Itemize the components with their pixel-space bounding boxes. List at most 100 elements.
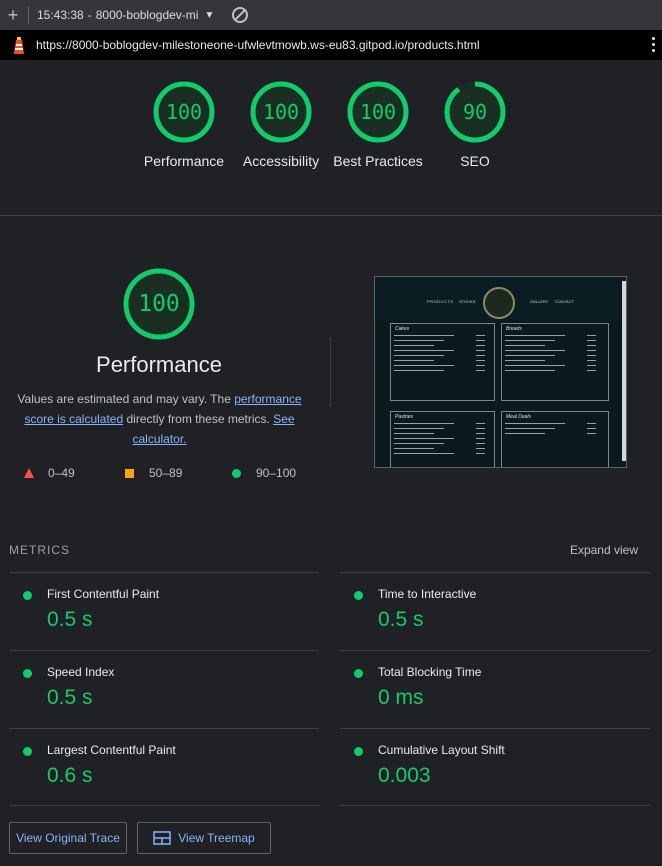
score-label: Best Practices bbox=[333, 153, 423, 169]
preview-nav-products: PRODUCTS bbox=[427, 299, 454, 304]
legend-fail-range: 0–49 bbox=[48, 466, 75, 480]
score-gauge-accessibility[interactable]: 100 Accessibility bbox=[231, 80, 331, 171]
url-bar: https://8000-boblogdev-milestoneone-ufwl… bbox=[0, 30, 662, 60]
preview-price bbox=[476, 340, 485, 341]
preview-line bbox=[505, 350, 565, 351]
metric-title: Cumulative Layout Shift bbox=[378, 743, 505, 757]
score-gauge-performance[interactable]: 100 Performance bbox=[134, 80, 234, 171]
preview-line bbox=[394, 350, 454, 351]
metric-value: 0.6 s bbox=[47, 764, 93, 787]
metric-total-blocking-time: Total Blocking Time 0 ms bbox=[340, 650, 650, 728]
performance-large-gauge: 100 bbox=[109, 267, 209, 341]
legend-average: 50–89 bbox=[125, 466, 182, 480]
metric-title: Total Blocking Time bbox=[378, 665, 482, 679]
expand-view-toggle[interactable]: Expand view bbox=[570, 543, 638, 557]
view-original-trace-label: View Original Trace bbox=[16, 831, 120, 845]
treemap-icon bbox=[153, 831, 171, 845]
preview-nav-stocks: STOCKS bbox=[459, 299, 476, 304]
preview-price bbox=[587, 350, 596, 351]
metric-cumulative-layout-shift: Cumulative Layout Shift 0.003 bbox=[340, 728, 650, 806]
metric-value: 0.003 bbox=[378, 764, 431, 787]
legend-fail: 0–49 bbox=[24, 466, 75, 480]
vertical-divider bbox=[330, 337, 331, 407]
metric-title: First Contentful Paint bbox=[47, 587, 160, 601]
score-gauge-seo[interactable]: 90 SEO bbox=[425, 80, 525, 171]
preview-price bbox=[587, 428, 596, 429]
tab-strip: + 15:43:38 - 8000-boblogdev-mi ▼ bbox=[0, 0, 662, 30]
preview-line bbox=[394, 423, 454, 424]
more-menu-icon[interactable] bbox=[652, 37, 656, 55]
preview-price bbox=[587, 335, 596, 336]
score-gauge-best-practices[interactable]: 100 Best Practices bbox=[328, 80, 428, 171]
pass-dot-icon bbox=[354, 669, 363, 678]
preview-price bbox=[587, 370, 596, 371]
preview-price bbox=[476, 443, 485, 444]
performance-large-score: 100 bbox=[138, 291, 180, 317]
preview-line bbox=[505, 433, 545, 434]
preview-price bbox=[476, 370, 485, 371]
preview-nav-gallery: GALLERY bbox=[530, 299, 549, 304]
pass-dot-icon bbox=[354, 747, 363, 756]
preview-line bbox=[394, 370, 444, 371]
preview-card-title: Pastries bbox=[395, 414, 414, 420]
preview-line bbox=[505, 423, 565, 424]
fail-triangle-icon bbox=[24, 468, 34, 478]
legend-pass-range: 90–100 bbox=[256, 466, 297, 480]
preview-line bbox=[394, 428, 444, 429]
new-tab-plus-icon[interactable]: + bbox=[0, 5, 26, 26]
preview-card-pastries: Pastries bbox=[390, 411, 495, 467]
score-label: Performance bbox=[143, 153, 225, 169]
legend-average-range: 50–89 bbox=[149, 466, 183, 480]
preview-line bbox=[505, 355, 555, 356]
preview-card-title: Meal Deals bbox=[506, 414, 532, 420]
metric-largest-contentful-paint: Largest Contentful Paint 0.6 s bbox=[9, 728, 319, 806]
preview-price bbox=[587, 423, 596, 424]
block-icon[interactable] bbox=[232, 7, 249, 23]
preview-price bbox=[587, 360, 596, 361]
preview-nav-contact: CONTACT bbox=[555, 299, 575, 304]
performance-description: Values are estimated and may vary. The p… bbox=[10, 389, 309, 449]
tab-time[interactable]: 15:43:38 bbox=[37, 8, 84, 22]
view-treemap-button[interactable]: View Treemap bbox=[137, 822, 271, 854]
preview-card-meal-deals: Meal Deals bbox=[501, 411, 609, 467]
preview-line bbox=[394, 335, 454, 336]
score-value: 100 bbox=[262, 100, 300, 124]
preview-line bbox=[505, 340, 555, 341]
preview-card-title: Cakes bbox=[395, 326, 410, 332]
preview-line bbox=[505, 345, 545, 346]
score-value: 90 bbox=[462, 100, 488, 124]
preview-line bbox=[505, 370, 555, 371]
tab-title[interactable]: 8000-boblogdev-mi bbox=[96, 8, 199, 22]
pass-dot-icon bbox=[354, 591, 363, 600]
performance-title: Performance bbox=[96, 352, 222, 377]
preview-price bbox=[476, 433, 485, 434]
metrics-heading: METRICS bbox=[9, 543, 70, 557]
preview-line bbox=[505, 365, 565, 366]
preview-price bbox=[476, 428, 485, 429]
score-value: 100 bbox=[165, 100, 203, 124]
score-label: Accessibility bbox=[242, 153, 320, 169]
tab-dropdown-icon[interactable]: ▼ bbox=[204, 10, 214, 21]
metric-value: 0 ms bbox=[378, 686, 424, 709]
final-screenshot-thumbnail[interactable]: PRODUCTS STOCKS GALLERY CONTACT Cakes Br… bbox=[374, 276, 627, 468]
average-square-icon bbox=[125, 468, 134, 478]
metric-title: Largest Contentful Paint bbox=[47, 743, 176, 757]
preview-price bbox=[476, 453, 485, 454]
preview-line bbox=[394, 355, 444, 356]
preview-line bbox=[394, 433, 434, 434]
preview-price bbox=[587, 365, 596, 366]
preview-line bbox=[505, 360, 545, 361]
preview-line bbox=[394, 453, 454, 454]
preview-price bbox=[476, 335, 485, 336]
metric-value: 0.5 s bbox=[378, 608, 424, 631]
preview-price bbox=[476, 438, 485, 439]
preview-price bbox=[476, 355, 485, 356]
metric-speed-index: Speed Index 0.5 s bbox=[9, 650, 319, 728]
score-label: SEO bbox=[460, 153, 490, 169]
tab-dash: - bbox=[87, 8, 92, 22]
legend-pass: 90–100 bbox=[232, 466, 296, 480]
view-original-trace-button[interactable]: View Original Trace bbox=[9, 822, 127, 854]
url-text[interactable]: https://8000-boblogdev-milestoneone-ufwl… bbox=[36, 38, 480, 52]
preview-price bbox=[587, 433, 596, 434]
section-divider bbox=[0, 215, 662, 216]
